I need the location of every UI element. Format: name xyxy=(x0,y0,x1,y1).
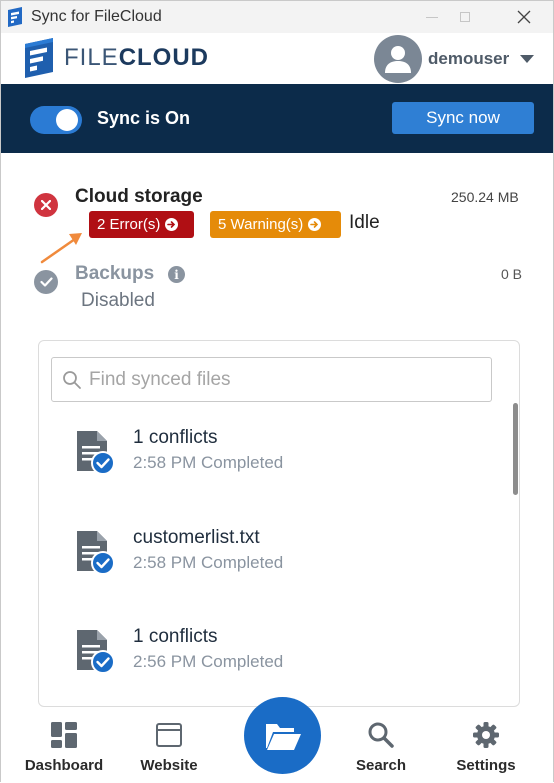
synced-file-icon xyxy=(77,431,115,475)
cloud-storage-size: 250.24 MB xyxy=(451,189,519,205)
errors-badge[interactable]: 2 Error(s) xyxy=(89,211,194,238)
file-status: 2:56 PM Completed xyxy=(133,652,284,671)
bottom-nav: Dashboard Website Search Settings xyxy=(1,697,553,783)
backups-state: Disabled xyxy=(81,290,155,311)
backups-size: 0 B xyxy=(501,266,523,282)
file-name: customerlist.txt xyxy=(133,527,260,548)
close-button[interactable] xyxy=(501,1,547,33)
info-icon[interactable]: i xyxy=(168,266,185,283)
search-icon xyxy=(63,371,81,389)
maximize-button[interactable] xyxy=(442,1,488,33)
user-icon xyxy=(385,46,411,73)
close-icon xyxy=(517,10,531,24)
nav-website-label: Website xyxy=(140,757,198,774)
cloud-storage-title: Cloud storage xyxy=(75,186,203,207)
username[interactable]: demouser xyxy=(428,49,509,69)
list-item[interactable]: 1 conflicts 2:56 PM Completed xyxy=(75,626,495,688)
warnings-label: 5 Warning(s) xyxy=(218,216,304,233)
logo-word-cloud: CLOUD xyxy=(118,44,210,71)
cloud-storage-state: Idle xyxy=(349,212,380,233)
search-box[interactable] xyxy=(51,357,492,402)
sync-bar: Sync is On Sync now xyxy=(1,84,553,153)
toggle-knob xyxy=(56,109,78,131)
gear-icon xyxy=(473,722,499,748)
minimize-icon xyxy=(426,16,438,18)
maximize-icon xyxy=(460,12,470,22)
nav-search-label: Search xyxy=(355,757,407,774)
sync-status-label: Sync is On xyxy=(97,108,191,128)
sync-now-button[interactable]: Sync now xyxy=(392,102,534,134)
open-folder-button[interactable] xyxy=(244,697,321,774)
folder-open-icon xyxy=(265,723,301,750)
nav-website[interactable]: Website xyxy=(124,721,214,779)
nav-search[interactable]: Search xyxy=(336,721,426,779)
check-status-icon xyxy=(34,270,58,294)
file-status: 2:58 PM Completed xyxy=(133,453,284,472)
nav-settings-label: Settings xyxy=(456,757,516,774)
search-input[interactable] xyxy=(89,366,484,394)
file-name: 1 conflicts xyxy=(133,626,218,647)
window-title: Sync for FileCloud xyxy=(31,8,162,25)
search-icon xyxy=(368,722,394,748)
file-status: 2:58 PM Completed xyxy=(133,553,284,572)
list-item[interactable]: customerlist.txt 2:58 PM Completed xyxy=(75,527,495,589)
synced-file-icon xyxy=(77,531,115,575)
errors-label: 2 Error(s) xyxy=(97,216,161,233)
browser-window-icon xyxy=(156,723,182,747)
filecloud-logo-text: FILECLOUD xyxy=(64,44,209,72)
sync-toggle[interactable] xyxy=(30,106,82,134)
arrow-right-circle-icon xyxy=(165,218,179,231)
file-name: 1 conflicts xyxy=(133,427,218,448)
warnings-badge[interactable]: 5 Warning(s) xyxy=(210,211,341,238)
avatar[interactable] xyxy=(374,35,422,83)
synced-files-panel: 1 conflicts 2:58 PM Completed customerli… xyxy=(38,340,520,707)
nav-dashboard[interactable]: Dashboard xyxy=(19,721,109,779)
list-item[interactable]: 1 conflicts 2:58 PM Completed xyxy=(75,427,495,489)
title-bar[interactable]: Sync for FileCloud xyxy=(1,1,553,33)
nav-settings[interactable]: Settings xyxy=(441,721,531,779)
synced-file-icon xyxy=(77,630,115,674)
dashboard-icon xyxy=(51,722,77,748)
arrow-right-circle-icon xyxy=(308,218,322,231)
app-header: FILECLOUD demouser xyxy=(1,33,553,84)
backups-title: Backups xyxy=(75,263,155,284)
annotation-arrow-icon xyxy=(40,233,82,264)
nav-dashboard-label: Dashboard xyxy=(24,757,104,774)
chevron-down-icon[interactable] xyxy=(520,55,534,63)
filecloud-app-icon xyxy=(8,7,22,27)
scrollbar-thumb[interactable] xyxy=(513,403,518,495)
logo-word-file: FILE xyxy=(64,44,119,71)
app-window: Sync for FileCloud FILECLOUD demouser Sy… xyxy=(0,0,554,783)
filecloud-logo-icon xyxy=(25,38,53,78)
error-status-icon xyxy=(34,193,58,217)
